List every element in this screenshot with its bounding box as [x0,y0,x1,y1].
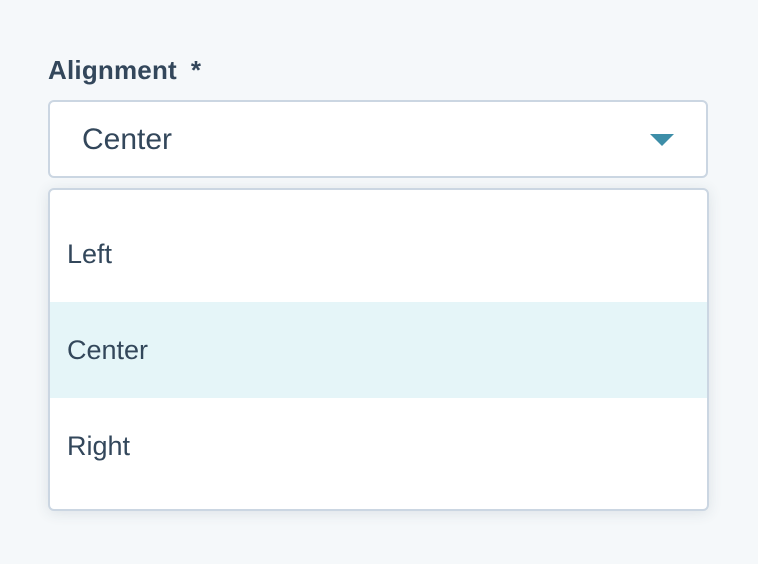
option-right[interactable]: Right [50,398,707,494]
required-indicator: * [190,55,202,85]
caret-down-icon[interactable] [650,134,674,146]
alignment-select[interactable]: Center [48,100,708,178]
field-label-text: Alignment [48,55,177,85]
option-left[interactable]: Left [50,206,707,302]
dropdown-menu: Left Center Right [48,188,709,511]
dropdown-option-list: Left Center Right [50,206,707,494]
field-label: Alignment * [48,52,201,88]
select-current-value: Center [82,123,173,156]
option-center[interactable]: Center [50,302,707,398]
